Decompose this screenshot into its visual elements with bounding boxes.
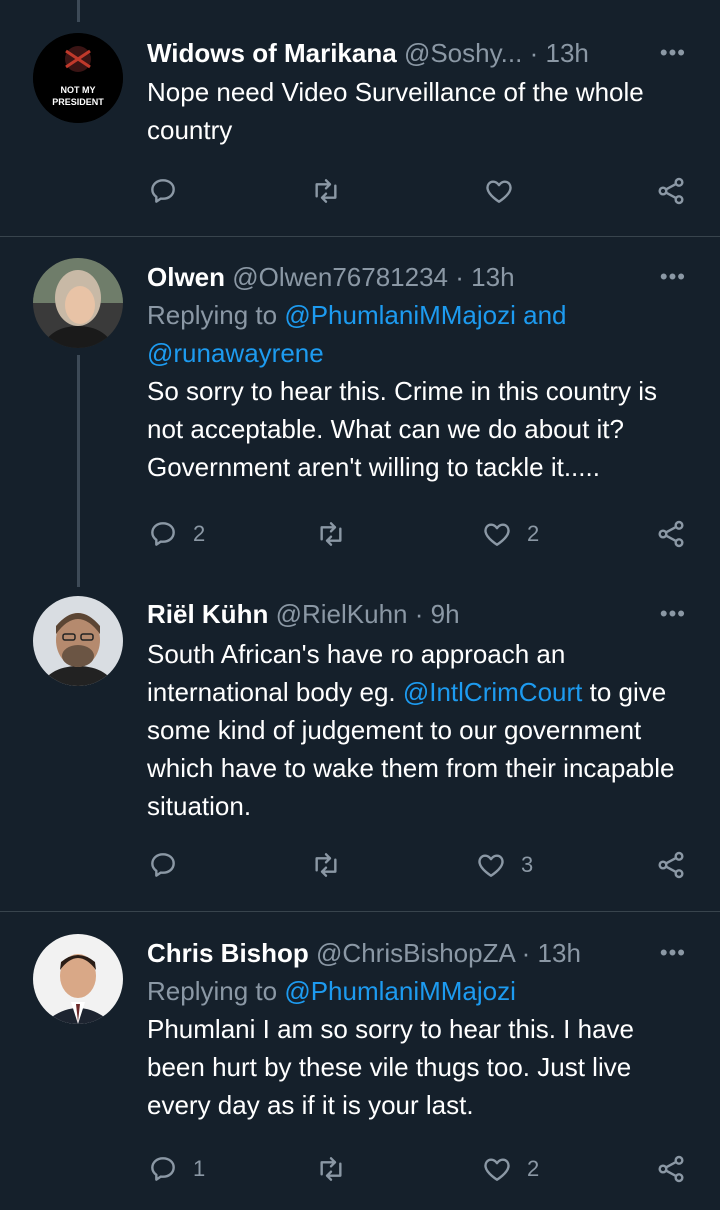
avatar[interactable]: NOT MY PRESIDENT: [33, 33, 123, 123]
retweet-icon: [315, 179, 337, 203]
more-icon[interactable]: •••: [660, 40, 686, 66]
retweet-icon: [320, 522, 342, 546]
like-icon: [486, 180, 512, 203]
tweet-text: Nope need Video Surveillance of the whol…: [147, 77, 644, 145]
share-icon: [658, 1155, 684, 1183]
tweet-chris-bishop[interactable]: Chris Bishop @ChrisBishopZA · 13h Replyi…: [0, 912, 720, 1210]
replying-to: Replying to @PhumlaniMMajozi and @runawa…: [147, 296, 690, 372]
retweet-button[interactable]: [315, 518, 361, 550]
like-button[interactable]: 2: [481, 1153, 539, 1185]
user-handle[interactable]: @ChrisBishopZA: [316, 938, 514, 968]
tweet-header: Widows of Marikana @Soshy... · 13h: [147, 38, 690, 68]
reply-button[interactable]: [147, 175, 193, 207]
separator-dot: ·: [521, 938, 531, 968]
reply-count: 2: [193, 521, 206, 546]
tweet-widows-of-marikana[interactable]: NOT MY PRESIDENT Widows of Marikana @Sos…: [0, 0, 720, 236]
share-icon: [658, 177, 684, 205]
replying-to-label: Replying to: [147, 300, 278, 330]
mention-link[interactable]: @PhumlaniMMajozi and: [284, 300, 566, 330]
timestamp[interactable]: 13h: [538, 938, 581, 968]
tweet-text: So sorry to hear this. Crime in this cou…: [147, 376, 658, 482]
display-name[interactable]: Olwen: [147, 262, 225, 292]
more-icon[interactable]: •••: [660, 940, 686, 966]
timestamp[interactable]: 13h: [545, 38, 588, 68]
tweet-text: South African's have ro approach an inte…: [147, 635, 690, 825]
action-bar: 2 2: [147, 518, 690, 558]
reply-button[interactable]: 1: [147, 1153, 205, 1185]
like-count: 2: [527, 1156, 540, 1181]
tweet-text: Phumlani I am so sorry to hear this. I h…: [147, 1014, 634, 1120]
share-icon: [658, 851, 684, 879]
separator-dot: ·: [455, 262, 464, 292]
reply-icon: [151, 522, 175, 546]
retweet-button[interactable]: [310, 849, 356, 881]
avatar-text-line1: NOT MY: [61, 85, 96, 95]
tweet-olwen[interactable]: Olwen @Olwen76781234 · 13h Replying to @…: [0, 237, 720, 587]
share-button[interactable]: [655, 1153, 687, 1185]
reply-icon: [151, 1157, 175, 1181]
like-button[interactable]: 2: [481, 518, 539, 550]
avatar[interactable]: [33, 258, 123, 348]
avatar[interactable]: [33, 934, 123, 1024]
mention-link[interactable]: @PhumlaniMMajozi: [284, 976, 516, 1006]
timestamp[interactable]: 9h: [431, 599, 460, 629]
user-handle[interactable]: @Soshy...: [404, 38, 522, 68]
avatar[interactable]: [33, 596, 123, 686]
display-name[interactable]: Widows of Marikana: [147, 38, 397, 68]
like-button[interactable]: [483, 175, 529, 207]
timestamp[interactable]: 13h: [471, 262, 514, 292]
reply-icon: [151, 853, 175, 877]
share-button[interactable]: [655, 175, 687, 207]
more-icon[interactable]: •••: [660, 264, 686, 290]
tweet-header: Chris Bishop @ChrisBishopZA · 13h: [147, 938, 690, 968]
replying-to: Replying to @PhumlaniMMajozi: [147, 972, 690, 1010]
retweet-button[interactable]: [315, 1153, 361, 1185]
tweet-header: Riël Kühn @RielKuhn · 9h: [147, 599, 690, 629]
like-count: 3: [521, 852, 534, 877]
display-name[interactable]: Chris Bishop: [147, 938, 309, 968]
replying-to-label: Replying to: [147, 976, 278, 1006]
reply-button[interactable]: 2: [147, 518, 205, 550]
reply-count: 1: [193, 1156, 206, 1181]
like-button[interactable]: 3: [475, 849, 533, 881]
like-icon: [478, 854, 504, 877]
share-icon: [658, 520, 684, 548]
user-handle[interactable]: @RielKuhn: [276, 599, 408, 629]
reply-button[interactable]: [147, 849, 193, 881]
action-bar: 1 2: [147, 1153, 690, 1193]
reply-icon: [151, 179, 175, 203]
tweet-header: Olwen @Olwen76781234 · 13h: [147, 262, 690, 292]
retweet-button[interactable]: [310, 175, 356, 207]
like-icon: [484, 523, 510, 546]
display-name[interactable]: Riël Kühn: [147, 599, 268, 629]
like-count: 2: [527, 521, 540, 546]
tweet-riel-kuhn[interactable]: Riël Kühn @RielKuhn · 9h South African's…: [0, 587, 720, 911]
mention-link[interactable]: @runawayrene: [147, 338, 324, 368]
like-icon: [484, 1158, 510, 1181]
retweet-icon: [315, 853, 337, 877]
avatar-text-line2: PRESIDENT: [52, 97, 104, 107]
user-handle[interactable]: @Olwen76781234: [232, 262, 448, 292]
mention-link[interactable]: @IntlCrimCourt: [403, 677, 583, 707]
retweet-icon: [320, 1157, 342, 1181]
action-bar: 3: [147, 849, 690, 889]
share-button[interactable]: [655, 518, 687, 550]
more-icon[interactable]: •••: [660, 601, 686, 627]
action-bar: [147, 175, 690, 215]
share-button[interactable]: [655, 849, 687, 881]
separator-dot: ·: [529, 38, 539, 68]
separator-dot: ·: [414, 599, 424, 629]
